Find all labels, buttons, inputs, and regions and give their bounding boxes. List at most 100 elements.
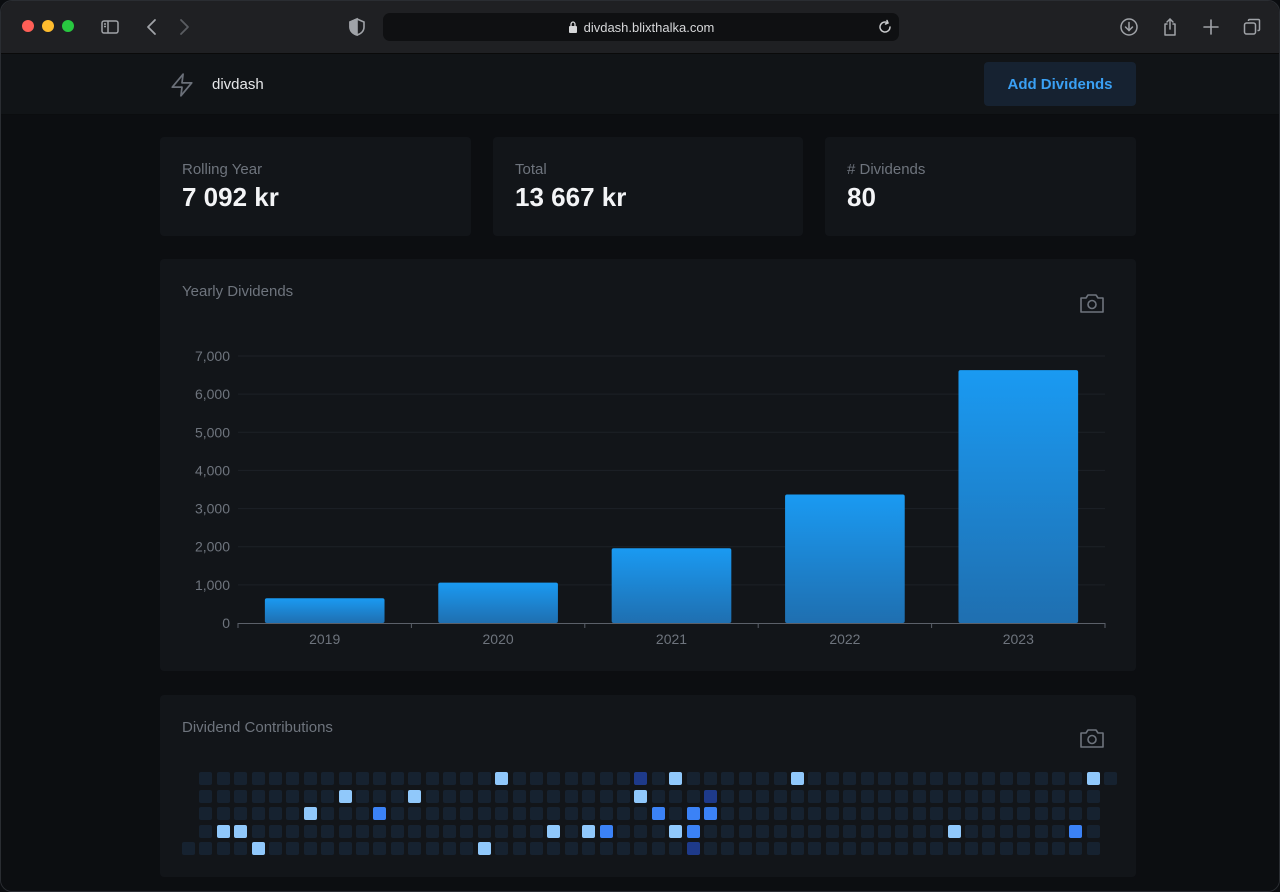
heatmap-cell[interactable] xyxy=(425,772,439,785)
heatmap-cell[interactable] xyxy=(251,842,265,855)
heatmap-cell[interactable] xyxy=(1086,824,1100,838)
heatmap-cell[interactable] xyxy=(965,842,978,855)
heatmap-cell[interactable] xyxy=(895,842,909,855)
heatmap-cell[interactable] xyxy=(947,807,961,820)
heatmap-cell[interactable] xyxy=(1069,824,1083,838)
heatmap-cell[interactable] xyxy=(234,789,248,803)
heatmap-cell[interactable] xyxy=(1017,789,1031,803)
heatmap-cell[interactable] xyxy=(651,824,665,838)
heatmap-cell[interactable] xyxy=(1052,772,1065,785)
heatmap-cell[interactable] xyxy=(495,789,509,803)
heatmap-cell[interactable] xyxy=(512,842,526,855)
tabs-icon[interactable] xyxy=(1240,15,1264,39)
heatmap-cell[interactable] xyxy=(860,807,874,820)
heatmap-cell[interactable] xyxy=(808,842,822,855)
heatmap-cell[interactable] xyxy=(704,824,717,838)
heatmap-cell[interactable] xyxy=(634,772,648,785)
heatmap-cell[interactable] xyxy=(895,789,909,803)
heatmap-cell[interactable] xyxy=(338,789,352,803)
heatmap-cell[interactable] xyxy=(860,772,874,785)
heatmap-cell[interactable] xyxy=(721,842,735,855)
heatmap-cell[interactable] xyxy=(930,807,944,820)
heatmap-cell[interactable] xyxy=(965,789,978,803)
heatmap-cell[interactable] xyxy=(269,772,282,785)
heatmap-cell[interactable] xyxy=(390,789,404,803)
heatmap-cell[interactable] xyxy=(860,824,874,838)
heatmap-cell[interactable] xyxy=(477,842,491,855)
heatmap-cell[interactable] xyxy=(199,824,213,838)
heatmap-cell[interactable] xyxy=(408,789,422,803)
heatmap-cell[interactable] xyxy=(1017,772,1031,785)
heatmap-cell[interactable] xyxy=(808,772,822,785)
heatmap-cell[interactable] xyxy=(1086,789,1100,803)
heatmap-cell[interactable] xyxy=(999,807,1013,820)
minimize-window-button[interactable] xyxy=(42,20,54,32)
heatmap-cell[interactable] xyxy=(1069,789,1083,803)
download-icon[interactable] xyxy=(1117,15,1141,39)
heatmap-cell[interactable] xyxy=(738,789,752,803)
heatmap-cell[interactable] xyxy=(460,842,474,855)
heatmap-cell[interactable] xyxy=(216,824,230,838)
heatmap-cell[interactable] xyxy=(564,772,578,785)
zoom-window-button[interactable] xyxy=(62,20,74,32)
heatmap-cell[interactable] xyxy=(216,772,230,785)
heatmap-cell[interactable] xyxy=(512,772,526,785)
heatmap-cell[interactable] xyxy=(617,807,630,820)
heatmap-cell[interactable] xyxy=(425,842,439,855)
heatmap-cell[interactable] xyxy=(721,789,735,803)
heatmap-cell[interactable] xyxy=(912,824,926,838)
heatmap-cell[interactable] xyxy=(878,772,891,785)
heatmap-cell[interactable] xyxy=(425,789,439,803)
heatmap-cell[interactable] xyxy=(617,772,630,785)
heatmap-cell[interactable] xyxy=(599,789,613,803)
address-bar[interactable]: divdash.blixthalka.com xyxy=(383,13,899,41)
close-window-button[interactable] xyxy=(22,20,34,32)
heatmap-cell[interactable] xyxy=(303,842,317,855)
heatmap-cell[interactable] xyxy=(773,842,787,855)
heatmap-cell[interactable] xyxy=(408,824,422,838)
heatmap-cell[interactable] xyxy=(1034,772,1048,785)
heatmap-cell[interactable] xyxy=(356,772,369,785)
heatmap-cell[interactable] xyxy=(773,789,787,803)
heatmap-cell[interactable] xyxy=(756,772,770,785)
heatmap-cell[interactable] xyxy=(303,772,317,785)
heatmap-cell[interactable] xyxy=(443,824,456,838)
heatmap-cell[interactable] xyxy=(338,842,352,855)
sidebar-icon[interactable] xyxy=(98,15,122,39)
heatmap-cell[interactable] xyxy=(199,842,213,855)
heatmap-cell[interactable] xyxy=(321,789,335,803)
heatmap-cell[interactable] xyxy=(651,772,665,785)
heatmap-cell[interactable] xyxy=(808,807,822,820)
heatmap-cell[interactable] xyxy=(808,824,822,838)
heatmap-cell[interactable] xyxy=(199,807,213,820)
heatmap-cell[interactable] xyxy=(947,789,961,803)
heatmap-cell[interactable] xyxy=(930,789,944,803)
heatmap-cell[interactable] xyxy=(634,807,648,820)
heatmap-cell[interactable] xyxy=(1017,824,1031,838)
heatmap-cell[interactable] xyxy=(721,824,735,838)
heatmap-cell[interactable] xyxy=(182,842,195,855)
heatmap-cell[interactable] xyxy=(477,789,491,803)
heatmap-cell[interactable] xyxy=(825,842,839,855)
heatmap-cell[interactable] xyxy=(269,824,282,838)
heatmap-cell[interactable] xyxy=(547,772,561,785)
heatmap-cell[interactable] xyxy=(460,824,474,838)
heatmap-cell[interactable] xyxy=(1034,789,1048,803)
heatmap-cell[interactable] xyxy=(390,807,404,820)
heatmap-cell[interactable] xyxy=(721,772,735,785)
heatmap-cell[interactable] xyxy=(704,772,717,785)
heatmap-cell[interactable] xyxy=(512,824,526,838)
heatmap-cell[interactable] xyxy=(686,824,700,838)
heatmap-cell[interactable] xyxy=(999,842,1013,855)
heatmap-cell[interactable] xyxy=(303,789,317,803)
heatmap-cell[interactable] xyxy=(791,807,804,820)
back-icon[interactable] xyxy=(140,15,164,39)
camera-icon[interactable] xyxy=(1079,727,1105,749)
heatmap-cell[interactable] xyxy=(930,824,944,838)
heatmap-cell[interactable] xyxy=(530,772,543,785)
heatmap-cell[interactable] xyxy=(234,842,248,855)
heatmap-cell[interactable] xyxy=(912,842,926,855)
bar-2021[interactable] xyxy=(611,548,732,623)
heatmap-cell[interactable] xyxy=(547,807,561,820)
heatmap-cell[interactable] xyxy=(651,842,665,855)
